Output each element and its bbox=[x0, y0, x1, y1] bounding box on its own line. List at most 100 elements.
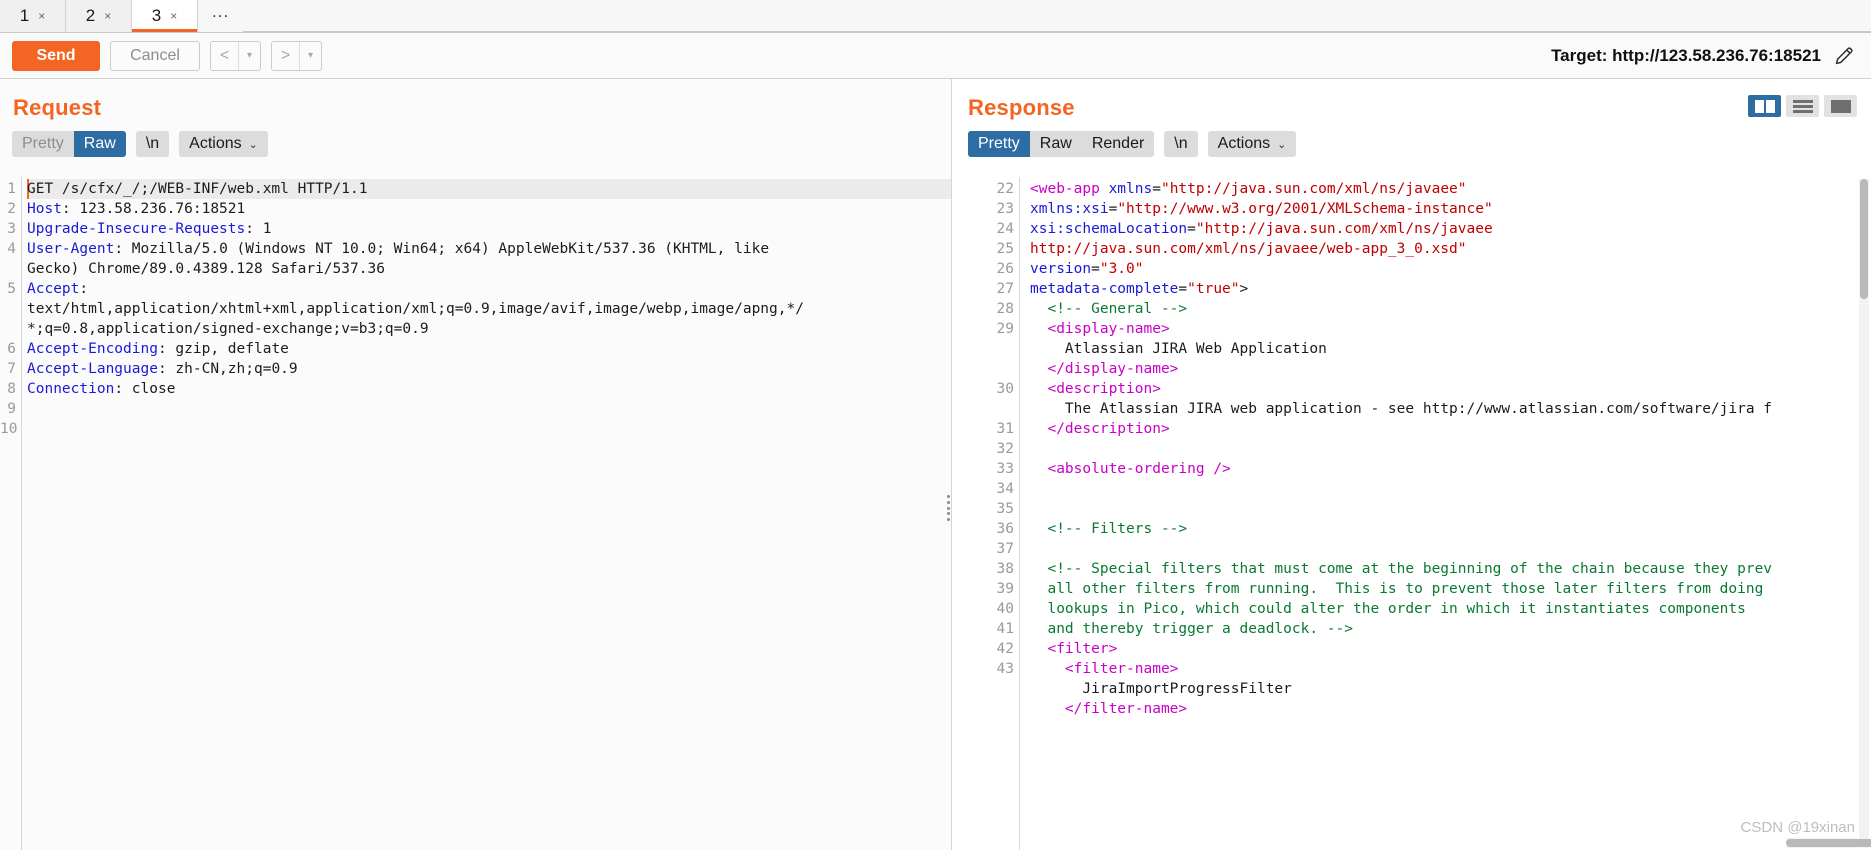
code-token: xsi:schemaLocation bbox=[1030, 221, 1187, 237]
code-line[interactable]: <!-- Filters --> bbox=[1030, 519, 1871, 539]
request-newline-toggle[interactable]: \n bbox=[136, 131, 169, 157]
code-line[interactable]: Accept-Encoding: gzip, deflate bbox=[27, 339, 952, 359]
code-line[interactable] bbox=[1030, 499, 1871, 519]
request-editor[interactable]: 12345678910 GET /s/cfx/_/;/WEB-INF/web.x… bbox=[0, 177, 952, 850]
response-editor[interactable]: 2223242526272829303132333435363738394041… bbox=[954, 177, 1871, 850]
response-actions-menu[interactable]: Actions ⌄ bbox=[1208, 131, 1297, 157]
response-vertical-scrollbar[interactable] bbox=[1859, 179, 1869, 848]
line-number: 23 bbox=[954, 199, 1018, 219]
code-line[interactable]: Connection: close bbox=[27, 379, 952, 399]
repeater-tab-2[interactable]: 2 × bbox=[66, 0, 132, 32]
code-line[interactable] bbox=[27, 399, 952, 419]
back-arrow-icon[interactable]: < bbox=[211, 42, 238, 70]
code-token: Accept-Encoding bbox=[27, 341, 158, 357]
actions-button[interactable]: Actions ⌄ bbox=[179, 131, 268, 157]
line-number: 38 bbox=[954, 559, 1018, 579]
chevron-down-icon[interactable]: ▾ bbox=[238, 42, 260, 70]
code-line[interactable]: xmlns:xsi="http://www.w3.org/2001/XMLSch… bbox=[1030, 199, 1871, 219]
code-line[interactable]: <filter> bbox=[1030, 639, 1871, 659]
code-line[interactable]: <description> bbox=[1030, 379, 1871, 399]
forward-arrow-icon[interactable]: > bbox=[272, 42, 299, 70]
line-number: 27 bbox=[954, 279, 1018, 299]
actions-button[interactable]: Actions ⌄ bbox=[1208, 131, 1297, 157]
code-line[interactable]: <!-- General --> bbox=[1030, 299, 1871, 319]
pane-resize-handle[interactable] bbox=[945, 495, 951, 521]
forward-nav-group[interactable]: > ▾ bbox=[271, 41, 322, 71]
close-icon[interactable]: × bbox=[170, 9, 177, 23]
code-line[interactable]: and thereby trigger a deadlock. --> bbox=[1030, 619, 1871, 639]
repeater-tab-1[interactable]: 1 × bbox=[0, 0, 66, 32]
code-token: http://java.sun.com/xml/ns/javaee/web-ap… bbox=[1030, 241, 1467, 257]
code-line[interactable]: version="3.0" bbox=[1030, 259, 1871, 279]
tab-raw[interactable]: Raw bbox=[1030, 131, 1082, 157]
more-tabs-button[interactable]: ... bbox=[198, 0, 243, 32]
line-number: 8 bbox=[0, 379, 20, 399]
response-horizontal-scrollbar[interactable] bbox=[1786, 838, 1857, 848]
repeater-tab-3[interactable]: 3 × bbox=[132, 0, 198, 32]
tab-newline[interactable]: \n bbox=[1164, 131, 1197, 157]
scrollbar-thumb[interactable] bbox=[1860, 179, 1868, 299]
code-token: = bbox=[1152, 181, 1161, 197]
code-line[interactable]: </display-name> bbox=[1030, 359, 1871, 379]
code-line[interactable]: <web-app xmlns="http://java.sun.com/xml/… bbox=[1030, 179, 1871, 199]
tab-pretty[interactable]: Pretty bbox=[12, 131, 74, 157]
code-line[interactable]: http://java.sun.com/xml/ns/javaee/web-ap… bbox=[1030, 239, 1871, 259]
request-tabbar: Pretty Raw \n Actions ⌄ bbox=[0, 121, 952, 157]
code-line[interactable]: GET /s/cfx/_/;/WEB-INF/web.xml HTTP/1.1 bbox=[27, 179, 952, 199]
cancel-button[interactable]: Cancel bbox=[110, 41, 200, 71]
line-number bbox=[0, 319, 20, 339]
code-line[interactable]: Accept-Language: zh-CN,zh;q=0.9 bbox=[27, 359, 952, 379]
code-token: Connection bbox=[27, 381, 114, 397]
code-line[interactable]: lookups in Pico, which could alter the o… bbox=[1030, 599, 1871, 619]
code-token: <display-name> bbox=[1030, 321, 1170, 337]
single-view-button[interactable] bbox=[1824, 95, 1857, 117]
code-token: *;q=0.8,application/signed-exchange;v=b3… bbox=[27, 321, 429, 337]
code-line[interactable]: xsi:schemaLocation="http://java.sun.com/… bbox=[1030, 219, 1871, 239]
code-token: = bbox=[1109, 201, 1118, 217]
code-line[interactable]: all other filters from running. This is … bbox=[1030, 579, 1871, 599]
code-line[interactable]: Host: 123.58.236.76:18521 bbox=[27, 199, 952, 219]
response-code[interactable]: <web-app xmlns="http://java.sun.com/xml/… bbox=[1019, 177, 1871, 850]
split-vertical-view-button[interactable] bbox=[1748, 95, 1781, 117]
code-line[interactable]: The Atlassian JIRA web application - see… bbox=[1030, 399, 1871, 419]
code-line[interactable]: </filter-name> bbox=[1030, 699, 1871, 719]
code-line[interactable]: User-Agent: Mozilla/5.0 (Windows NT 10.0… bbox=[27, 239, 952, 259]
response-format-tabs: Pretty Raw Render bbox=[968, 131, 1154, 157]
code-line[interactable]: metadata-complete="true"> bbox=[1030, 279, 1871, 299]
code-line[interactable] bbox=[1030, 539, 1871, 559]
line-number: 37 bbox=[954, 539, 1018, 559]
response-newline-toggle[interactable]: \n bbox=[1164, 131, 1197, 157]
code-line[interactable]: Accept: bbox=[27, 279, 952, 299]
code-token: xmlns:xsi bbox=[1030, 201, 1109, 217]
code-line[interactable]: Atlassian JIRA Web Application bbox=[1030, 339, 1871, 359]
request-code[interactable]: GET /s/cfx/_/;/WEB-INF/web.xml HTTP/1.1H… bbox=[21, 177, 952, 850]
tab-render[interactable]: Render bbox=[1082, 131, 1154, 157]
request-actions-menu[interactable]: Actions ⌄ bbox=[179, 131, 268, 157]
code-line[interactable]: *;q=0.8,application/signed-exchange;v=b3… bbox=[27, 319, 952, 339]
close-icon[interactable]: × bbox=[104, 9, 111, 23]
code-line[interactable]: </description> bbox=[1030, 419, 1871, 439]
code-line[interactable]: JiraImportProgressFilter bbox=[1030, 679, 1871, 699]
code-line[interactable] bbox=[27, 419, 952, 439]
code-line[interactable] bbox=[1030, 479, 1871, 499]
code-line[interactable]: <absolute-ordering /> bbox=[1030, 459, 1871, 479]
tab-pretty[interactable]: Pretty bbox=[968, 131, 1030, 157]
code-line[interactable]: <!-- Special filters that must come at t… bbox=[1030, 559, 1871, 579]
scrollbar-thumb[interactable] bbox=[1786, 839, 1871, 847]
code-line[interactable]: <display-name> bbox=[1030, 319, 1871, 339]
repeater-tab-strip: 1 × 2 × 3 × ... bbox=[0, 0, 1871, 33]
back-nav-group[interactable]: < ▾ bbox=[210, 41, 261, 71]
code-line[interactable]: text/html,application/xhtml+xml,applicat… bbox=[27, 299, 952, 319]
stacked-view-button[interactable] bbox=[1786, 95, 1819, 117]
code-line[interactable] bbox=[1030, 439, 1871, 459]
pencil-icon[interactable] bbox=[1833, 45, 1855, 67]
code-line[interactable]: Gecko) Chrome/89.0.4389.128 Safari/537.3… bbox=[27, 259, 952, 279]
send-button[interactable]: Send bbox=[12, 41, 100, 71]
code-line[interactable]: Upgrade-Insecure-Requests: 1 bbox=[27, 219, 952, 239]
code-token: </description> bbox=[1030, 421, 1170, 437]
tab-raw[interactable]: Raw bbox=[74, 131, 126, 157]
tab-newline[interactable]: \n bbox=[136, 131, 169, 157]
code-line[interactable]: <filter-name> bbox=[1030, 659, 1871, 679]
close-icon[interactable]: × bbox=[38, 9, 45, 23]
chevron-down-icon[interactable]: ▾ bbox=[299, 42, 321, 70]
